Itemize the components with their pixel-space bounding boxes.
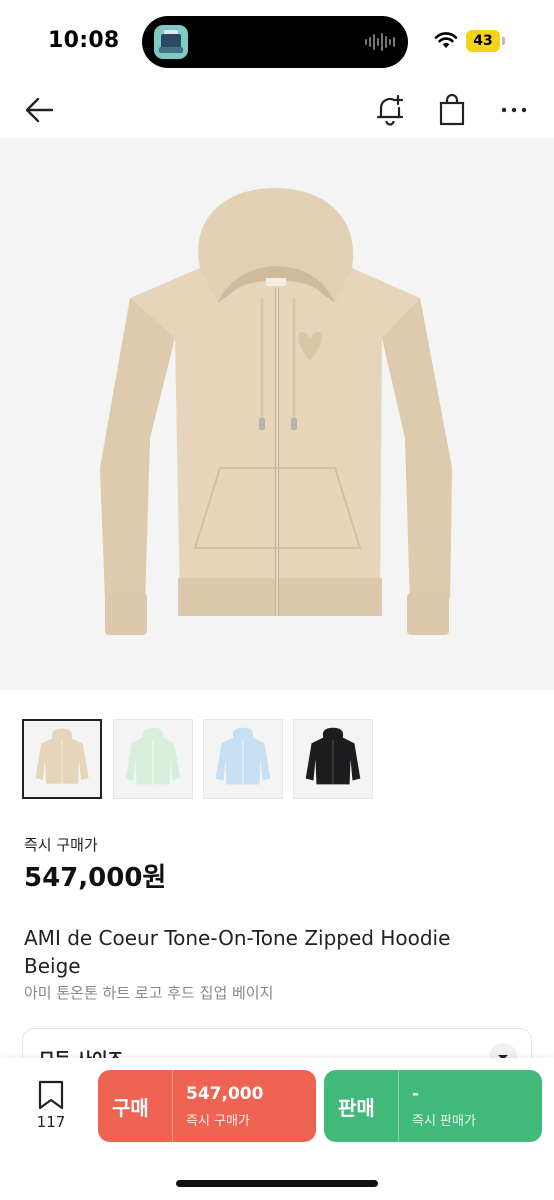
buy-label: 구매 bbox=[112, 1096, 149, 1120]
hoodie-illustration bbox=[100, 188, 452, 635]
thumbnail-beige[interactable] bbox=[22, 719, 102, 799]
bookmark-icon bbox=[38, 1080, 64, 1110]
status-time: 10:08 bbox=[48, 28, 120, 53]
bookmark-button[interactable]: 117 bbox=[28, 1080, 76, 1140]
price-label: 즉시 구매가 bbox=[24, 836, 98, 854]
nav-bar bbox=[0, 84, 554, 136]
product-title: AMI de Coeur Tone-On-Tone Zipped Hoodie … bbox=[24, 926, 451, 978]
sell-button[interactable]: 판매 - 즉시 판매가 bbox=[324, 1070, 542, 1142]
dynamic-island[interactable] bbox=[142, 16, 408, 68]
back-arrow-icon[interactable] bbox=[22, 92, 58, 128]
thumbnail-sky-blue[interactable] bbox=[203, 719, 283, 799]
price-value: 547,000원 bbox=[24, 863, 167, 893]
home-indicator[interactable] bbox=[176, 1180, 378, 1187]
thumbnail-mint[interactable] bbox=[113, 719, 193, 799]
product-hero-image[interactable] bbox=[0, 138, 554, 690]
shopping-bag-icon[interactable] bbox=[434, 92, 470, 128]
bell-plus-icon[interactable] bbox=[372, 92, 408, 128]
more-icon[interactable] bbox=[496, 92, 532, 128]
buy-price: 547,000 bbox=[186, 1084, 264, 1104]
bookmark-count: 117 bbox=[36, 1113, 66, 1131]
sell-divider bbox=[398, 1070, 399, 1142]
buy-button[interactable]: 구매 547,000 즉시 구매가 bbox=[98, 1070, 316, 1142]
buy-divider bbox=[172, 1070, 173, 1142]
sell-label: 판매 bbox=[338, 1096, 375, 1120]
sell-sub-label: 즉시 판매가 bbox=[412, 1114, 476, 1129]
app-icon[interactable] bbox=[154, 25, 188, 59]
buy-sub-label: 즉시 구매가 bbox=[186, 1114, 250, 1129]
battery-icon: 43 bbox=[466, 30, 500, 52]
wifi-icon bbox=[434, 32, 458, 48]
thumbnail-black[interactable] bbox=[293, 719, 373, 799]
audio-wave-icon bbox=[365, 33, 395, 51]
sell-price: - bbox=[412, 1084, 420, 1104]
bottom-action-bar: 117 구매 547,000 즉시 구매가 판매 - 즉시 판매가 bbox=[0, 1058, 554, 1200]
product-subtitle: 아미 톤온톤 하트 로고 후드 집업 베이지 bbox=[24, 984, 274, 1002]
thumbnail-strip bbox=[22, 719, 542, 799]
status-bar: 10:08 43 bbox=[0, 0, 554, 84]
battery-cap bbox=[502, 37, 505, 45]
